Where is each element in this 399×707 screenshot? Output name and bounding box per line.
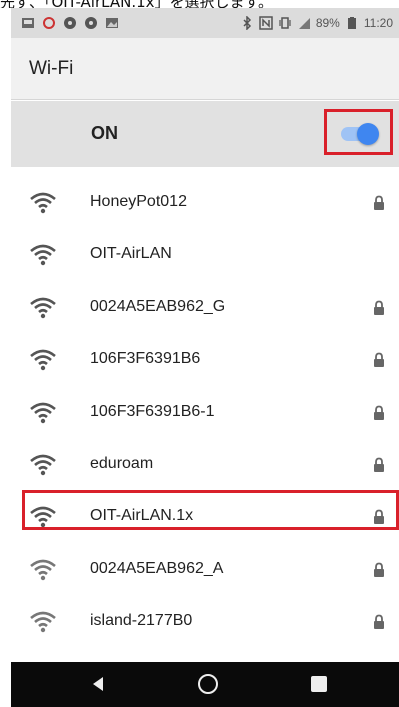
network-row[interactable]: eduroam	[11, 440, 399, 492]
highlight-box	[22, 490, 399, 531]
lock-icon	[374, 300, 384, 315]
network-name: OIT-AirLAN	[90, 245, 172, 263]
status-right-icons: 89% 11:20	[240, 16, 393, 30]
wifi-signal-icon	[30, 402, 56, 423]
bluetooth-icon	[243, 16, 251, 30]
phone-screen: 89% 11:20 Wi-Fi ON HoneyPot012 OIT-AirLAN…	[11, 8, 399, 707]
image-icon	[22, 18, 34, 28]
signal-icon	[298, 18, 310, 29]
record-icon	[43, 17, 55, 29]
wifi-signal-icon	[30, 454, 56, 476]
app-bar: Wi-Fi	[11, 38, 399, 100]
wifi-signal-icon	[30, 559, 56, 580]
page-title: Wi-Fi	[29, 57, 74, 79]
status-left-icons	[21, 16, 119, 30]
nfc-icon	[259, 16, 273, 30]
network-row[interactable]: 0024A5EAB962_G	[11, 283, 399, 335]
wifi-signal-icon	[30, 192, 56, 214]
clock: 11:20	[363, 16, 393, 30]
network-row[interactable]: island-2177B0	[11, 597, 399, 649]
wifi-master-label: ON	[91, 123, 118, 143]
network-row[interactable]: HoneyPot012	[11, 178, 399, 230]
instruction-strip: 先ず、「OIT-AirLAN.1x」を選択します。	[0, 0, 399, 8]
network-name: 0024A5EAB962_A	[90, 559, 224, 577]
recents-icon[interactable]	[311, 676, 327, 692]
network-row[interactable]: 106F3F6391B6	[11, 335, 399, 387]
network-row[interactable]: OIT-AirLAN.1x	[11, 490, 399, 544]
toggle-highlight-box	[324, 109, 393, 155]
wifi-signal-icon	[30, 349, 56, 371]
network-row[interactable]: 0024A5EAB962_A	[11, 545, 399, 597]
home-icon[interactable]	[198, 674, 218, 694]
wifi-signal-icon	[30, 245, 56, 266]
app-icon	[64, 17, 76, 29]
network-name: 106F3F6391B6	[90, 350, 201, 368]
network-name: HoneyPot012	[90, 193, 187, 210]
wifi-signal-icon	[30, 611, 56, 633]
instruction-text: 先ず、「OIT-AirLAN.1x」を選択します。	[0, 0, 273, 8]
back-icon[interactable]	[90, 676, 106, 692]
lock-icon	[374, 562, 384, 577]
battery-icon	[347, 17, 356, 29]
wifi-signal-icon	[30, 297, 56, 318]
lock-icon	[374, 457, 384, 472]
network-name: island-2177B0	[90, 612, 193, 630]
lock-icon	[374, 614, 384, 630]
lock-icon	[374, 352, 384, 368]
network-row[interactable]: 106F3F6391B6-1	[11, 388, 399, 440]
network-row[interactable]: OIT-AirLAN	[11, 230, 399, 282]
network-name: eduroam	[90, 455, 154, 472]
app-icon	[85, 17, 97, 29]
battery-percent: 89%	[315, 16, 340, 30]
status-bar: 89% 11:20	[11, 8, 399, 38]
network-name: 106F3F6391B6-1	[90, 402, 215, 420]
network-name: 0024A5EAB962_G	[90, 297, 226, 315]
lock-icon	[374, 195, 384, 210]
navigation-bar	[11, 662, 399, 707]
gallery-icon	[106, 18, 118, 28]
vibrate-icon	[279, 17, 291, 29]
lock-icon	[374, 405, 384, 420]
wifi-toggle-thumb[interactable]	[357, 123, 379, 145]
wifi-master-switch-row[interactable]: ON	[11, 101, 399, 167]
